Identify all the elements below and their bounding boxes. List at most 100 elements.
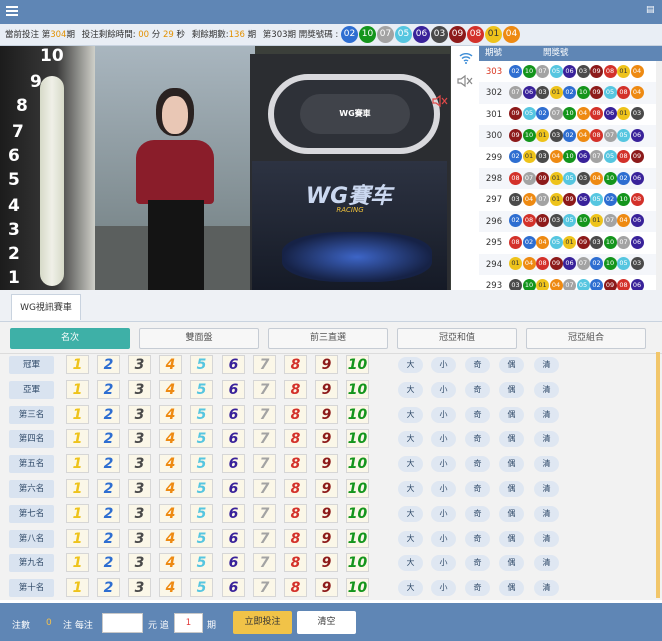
number-button[interactable]: 4 — [159, 553, 182, 573]
quick-pick-button[interactable]: 偶 — [499, 530, 524, 547]
number-button[interactable]: 1 — [66, 528, 89, 548]
quick-pick-button[interactable]: 偶 — [499, 431, 524, 448]
wifi-icon[interactable] — [459, 52, 473, 64]
number-button[interactable]: 3 — [128, 578, 151, 598]
number-button[interactable]: 8 — [284, 379, 307, 399]
number-button[interactable]: 7 — [253, 479, 276, 498]
number-button[interactable]: 6 — [222, 404, 245, 424]
number-button[interactable]: 1 — [66, 404, 89, 424]
quick-pick-button[interactable]: 偶 — [499, 381, 524, 398]
quick-pick-button[interactable]: 清 — [534, 505, 559, 522]
number-button[interactable]: 9 — [315, 404, 338, 424]
quick-pick-button[interactable]: 偶 — [499, 580, 524, 597]
number-button[interactable]: 4 — [159, 528, 182, 548]
quick-pick-button[interactable]: 大 — [398, 456, 423, 473]
number-button[interactable]: 4 — [159, 429, 182, 449]
number-button[interactable]: 10 — [346, 429, 369, 449]
number-button[interactable]: 9 — [315, 528, 338, 548]
number-button[interactable]: 3 — [128, 404, 151, 424]
number-button[interactable]: 2 — [97, 479, 120, 498]
play-tab[interactable]: 冠亞組合 — [526, 328, 646, 349]
quick-pick-button[interactable]: 奇 — [465, 505, 490, 522]
quick-pick-button[interactable]: 奇 — [465, 381, 490, 398]
number-button[interactable]: 10 — [346, 503, 369, 523]
quick-pick-button[interactable]: 清 — [534, 580, 559, 597]
number-button[interactable]: 10 — [346, 578, 369, 598]
number-button[interactable]: 3 — [128, 479, 151, 498]
number-button[interactable]: 6 — [222, 355, 245, 374]
number-button[interactable]: 4 — [159, 503, 182, 523]
number-button[interactable]: 10 — [346, 553, 369, 573]
number-button[interactable]: 3 — [128, 553, 151, 573]
number-button[interactable]: 1 — [66, 429, 89, 449]
corner-badge-icon[interactable]: ▤ — [646, 5, 658, 17]
number-button[interactable]: 6 — [222, 503, 245, 523]
quick-pick-button[interactable]: 小 — [431, 481, 456, 497]
number-button[interactable]: 8 — [284, 404, 307, 424]
number-button[interactable]: 3 — [128, 454, 151, 474]
number-button[interactable]: 2 — [97, 429, 120, 449]
play-tab[interactable]: 前三直選 — [268, 328, 388, 349]
clear-button[interactable]: 清空 — [297, 611, 356, 634]
number-button[interactable]: 9 — [315, 578, 338, 598]
quick-pick-button[interactable]: 小 — [431, 381, 456, 398]
number-button[interactable]: 3 — [128, 355, 151, 374]
quick-pick-button[interactable]: 大 — [398, 406, 423, 423]
number-button[interactable]: 2 — [97, 404, 120, 424]
quick-pick-button[interactable]: 清 — [534, 481, 559, 497]
number-button[interactable]: 1 — [66, 479, 89, 498]
number-button[interactable]: 3 — [128, 379, 151, 399]
number-button[interactable]: 4 — [159, 454, 182, 474]
number-button[interactable]: 6 — [222, 553, 245, 573]
number-button[interactable]: 3 — [128, 503, 151, 523]
number-button[interactable]: 2 — [97, 578, 120, 598]
number-button[interactable]: 8 — [284, 528, 307, 548]
number-button[interactable]: 7 — [253, 553, 276, 573]
number-button[interactable]: 6 — [222, 578, 245, 598]
tab-wg-video-racing[interactable]: WG視訊賽車 — [11, 294, 81, 320]
quick-pick-button[interactable]: 奇 — [465, 406, 490, 423]
number-button[interactable]: 1 — [66, 503, 89, 523]
quick-pick-button[interactable]: 小 — [431, 555, 456, 572]
number-button[interactable]: 5 — [190, 479, 213, 498]
number-button[interactable]: 7 — [253, 429, 276, 449]
number-button[interactable]: 10 — [346, 355, 369, 374]
chase-issues-input[interactable]: 1 — [174, 613, 203, 633]
number-button[interactable]: 5 — [190, 454, 213, 474]
number-button[interactable]: 9 — [315, 479, 338, 498]
number-button[interactable]: 9 — [315, 503, 338, 523]
number-button[interactable]: 5 — [190, 503, 213, 523]
number-button[interactable]: 9 — [315, 379, 338, 399]
number-button[interactable]: 6 — [222, 479, 245, 498]
live-video[interactable]: 10 9 8 7 6 5 4 3 2 1 WG賽車 WG賽车 RACING — [0, 46, 451, 290]
number-button[interactable]: 8 — [284, 479, 307, 498]
number-button[interactable]: 9 — [315, 454, 338, 474]
quick-pick-button[interactable]: 奇 — [465, 456, 490, 473]
quick-pick-button[interactable]: 偶 — [499, 406, 524, 423]
number-button[interactable]: 1 — [66, 379, 89, 399]
quick-pick-button[interactable]: 小 — [431, 431, 456, 448]
play-tab[interactable]: 雙面盤 — [139, 328, 259, 349]
history-scrollbar[interactable] — [656, 61, 662, 290]
number-button[interactable]: 2 — [97, 503, 120, 523]
quick-pick-button[interactable]: 偶 — [499, 357, 524, 373]
quick-pick-button[interactable]: 清 — [534, 406, 559, 423]
play-tab[interactable]: 冠亞和值 — [397, 328, 517, 349]
number-button[interactable]: 7 — [253, 404, 276, 424]
number-button[interactable]: 7 — [253, 503, 276, 523]
quick-pick-button[interactable]: 偶 — [499, 555, 524, 572]
number-button[interactable]: 5 — [190, 528, 213, 548]
number-button[interactable]: 4 — [159, 479, 182, 498]
quick-pick-button[interactable]: 偶 — [499, 505, 524, 522]
quick-pick-button[interactable]: 大 — [398, 381, 423, 398]
number-button[interactable]: 7 — [253, 379, 276, 399]
number-button[interactable]: 3 — [128, 528, 151, 548]
quick-pick-button[interactable]: 清 — [534, 555, 559, 572]
quick-pick-button[interactable]: 小 — [431, 530, 456, 547]
play-tab[interactable]: 名次 — [10, 328, 130, 349]
bet-amount-input[interactable] — [102, 613, 143, 633]
menu-icon[interactable] — [6, 6, 18, 16]
quick-pick-button[interactable]: 奇 — [465, 555, 490, 572]
number-button[interactable]: 8 — [284, 429, 307, 449]
quick-pick-button[interactable]: 清 — [534, 456, 559, 473]
